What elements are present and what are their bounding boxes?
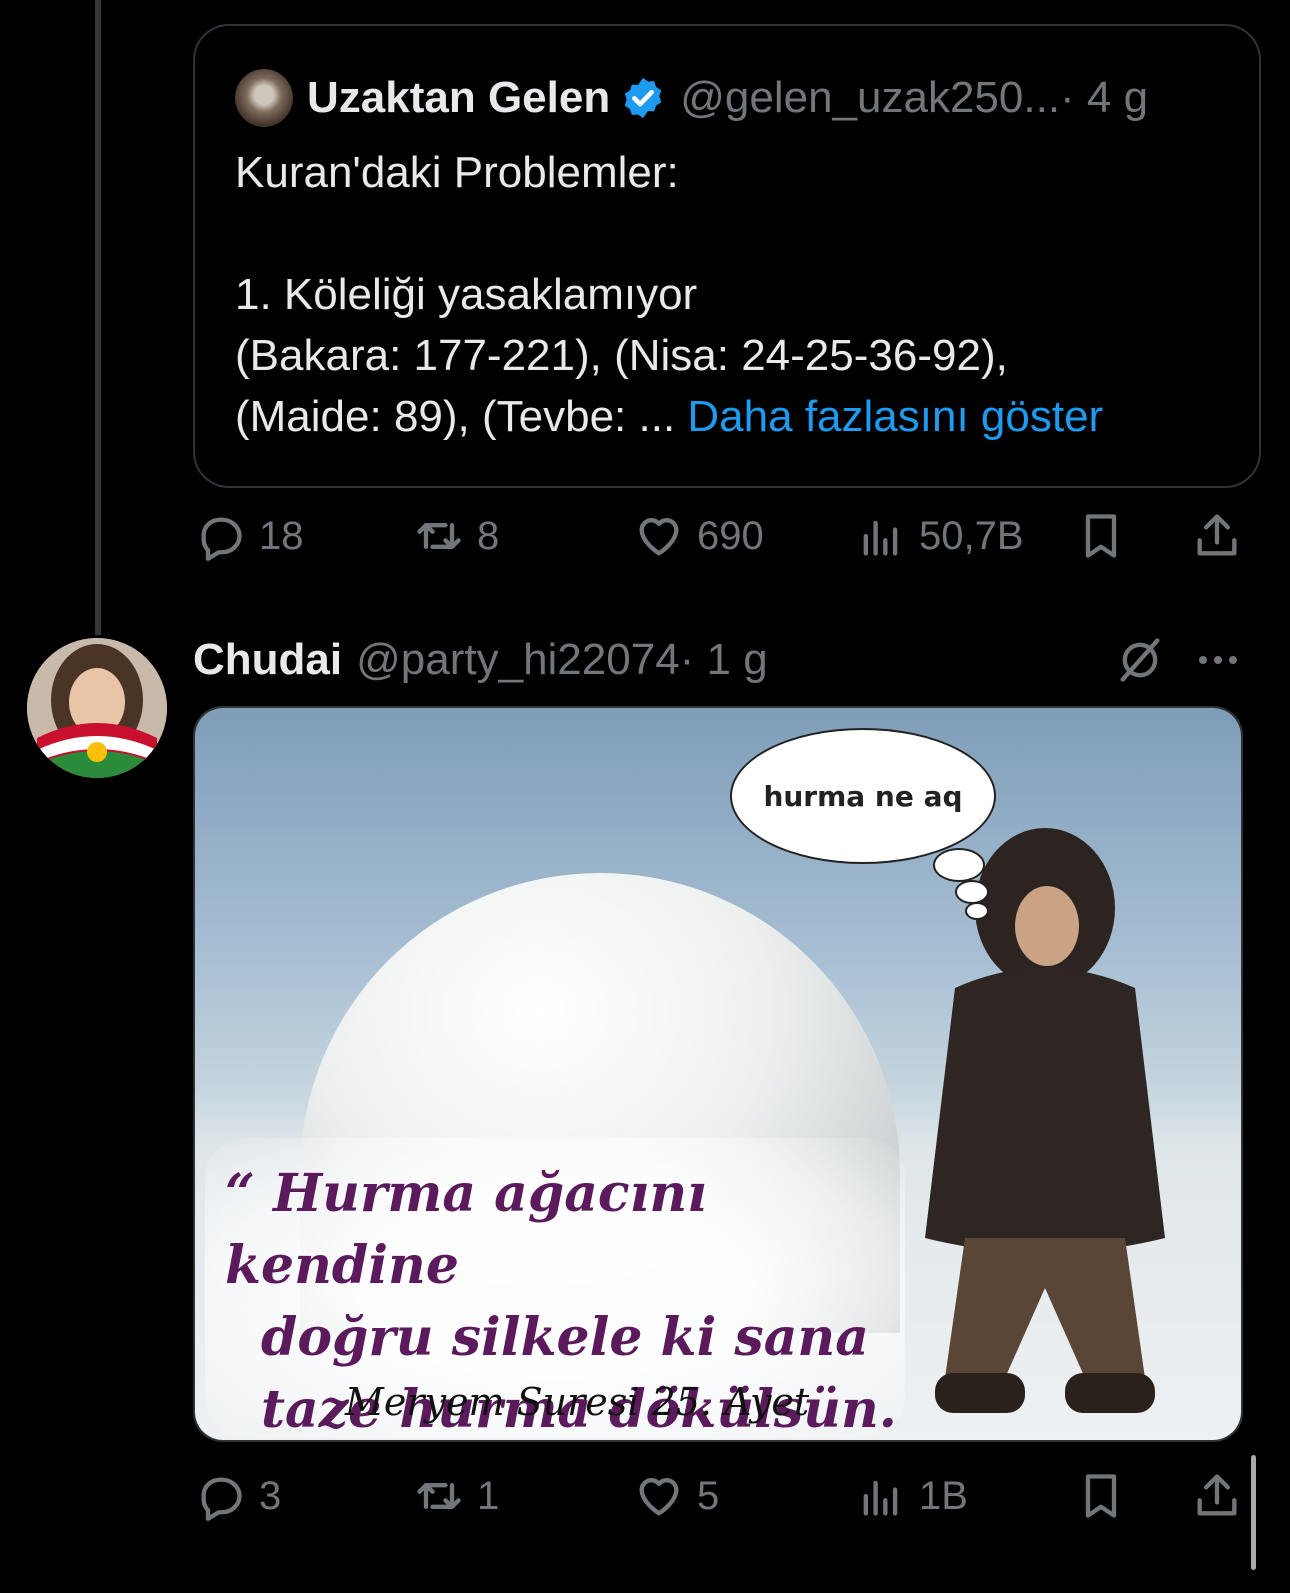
verified-badge-icon — [625, 77, 662, 119]
quoted-text-blank-line — [235, 203, 1225, 264]
quoted-author-name[interactable]: Uzaktan Gelen — [307, 73, 610, 123]
quoted-tweet-card[interactable]: Uzaktan Gelen @gelen_uzak250... · 4 g Ku… — [193, 24, 1261, 488]
tweet-image[interactable]: hurma ne aq “ Hurma ağacını kendine doğr… — [193, 706, 1243, 1442]
thought-bubble: hurma ne aq — [730, 728, 996, 864]
repost-count: 1 — [477, 1473, 500, 1518]
reply-tweet-actions: 3 1 5 1B — [195, 1466, 1255, 1526]
share-upload-icon — [1197, 1474, 1237, 1516]
thought-puff — [965, 902, 989, 920]
quoted-text-line: (Maide: 89), (Tevbe: ... Daha fazlasını … — [235, 386, 1225, 447]
repost-button[interactable]: 8 — [413, 506, 499, 566]
avatar-portrait-icon — [27, 638, 167, 778]
reply-count: 18 — [259, 513, 304, 558]
reply-author-name[interactable]: Chudai — [193, 635, 342, 685]
reply-button[interactable]: 3 — [195, 1466, 281, 1526]
like-button[interactable]: 690 — [633, 506, 764, 566]
verse-reference: Meryem Suresi 25. Ayet — [345, 1380, 810, 1424]
quoted-tweet-time[interactable]: · 4 g — [1060, 73, 1148, 123]
bookmark-icon — [1085, 1474, 1117, 1518]
inuit-person-picture — [925, 828, 1165, 1413]
bookmark-button[interactable] — [1075, 1466, 1127, 1526]
repost-count: 8 — [477, 513, 500, 558]
share-upload-icon — [1197, 514, 1237, 556]
reply-author-handle[interactable]: @party_hi22074 — [356, 635, 680, 685]
grok-icon[interactable] — [1114, 632, 1166, 688]
speech-bubble-icon — [201, 1477, 242, 1521]
repost-arrows-icon — [417, 1483, 461, 1509]
thought-puff — [933, 848, 985, 882]
views-button[interactable]: 1B — [855, 1466, 968, 1526]
show-more-link[interactable]: Daha fazlasını göster — [687, 392, 1103, 441]
quoted-author-handle[interactable]: @gelen_uzak250... — [680, 73, 1060, 123]
views-count: 1B — [919, 1473, 968, 1518]
heart-icon — [639, 1478, 679, 1516]
quoted-text-truncated: (Maide: 89), (Tevbe: ... — [235, 392, 688, 441]
scrollbar[interactable] — [1251, 1455, 1256, 1570]
reply-count: 3 — [259, 1473, 282, 1518]
quoted-tweet-header: Uzaktan Gelen @gelen_uzak250... · 4 g — [235, 69, 1148, 127]
like-count: 690 — [697, 513, 764, 558]
thought-puff — [955, 880, 989, 904]
like-button[interactable]: 5 — [633, 1466, 719, 1526]
bookmark-button[interactable] — [1075, 506, 1127, 566]
views-count: 50,7B — [919, 513, 1024, 558]
thought-bubble-text: hurma ne aq — [763, 779, 963, 813]
bar-chart-icon — [863, 520, 898, 556]
speech-bubble-icon — [201, 517, 242, 561]
quoted-author-avatar[interactable] — [235, 69, 293, 127]
quoted-text-line: (Bakara: 177-221), (Nisa: 24-25-36-92), — [235, 331, 1008, 380]
verse-quote-line: “ Hurma ağacını kendine — [225, 1163, 707, 1296]
reply-tweet-header: Chudai @party_hi22074 · 1 g — [193, 632, 768, 688]
views-button[interactable]: 50,7B — [855, 506, 1024, 566]
reply-author-avatar[interactable] — [27, 638, 167, 778]
repost-button[interactable]: 1 — [413, 1466, 499, 1526]
reply-tweet-time[interactable]: · 1 g — [680, 635, 768, 685]
quoted-tweet-text: Kuran'daki Problemler: 1. Köleliği yasak… — [235, 142, 1225, 447]
like-count: 5 — [697, 1473, 720, 1518]
heart-icon — [639, 518, 679, 556]
bookmark-icon — [1085, 514, 1117, 558]
repost-arrows-icon — [417, 523, 461, 549]
quoted-text-line: 1. Köleliği yasaklamıyor — [235, 270, 698, 319]
share-button[interactable] — [1191, 506, 1243, 566]
quoted-tweet-actions: 18 8 690 50,7B — [195, 506, 1255, 566]
reply-button[interactable]: 18 — [195, 506, 304, 566]
more-dots-icon[interactable] — [1195, 648, 1241, 672]
verse-quote-line: doğru silkele ki sana — [261, 1307, 869, 1368]
quoted-text-line: Kuran'daki Problemler: — [235, 148, 679, 197]
bar-chart-icon — [863, 1480, 898, 1516]
share-button[interactable] — [1191, 1466, 1243, 1526]
thread-connector-line — [95, 0, 101, 635]
